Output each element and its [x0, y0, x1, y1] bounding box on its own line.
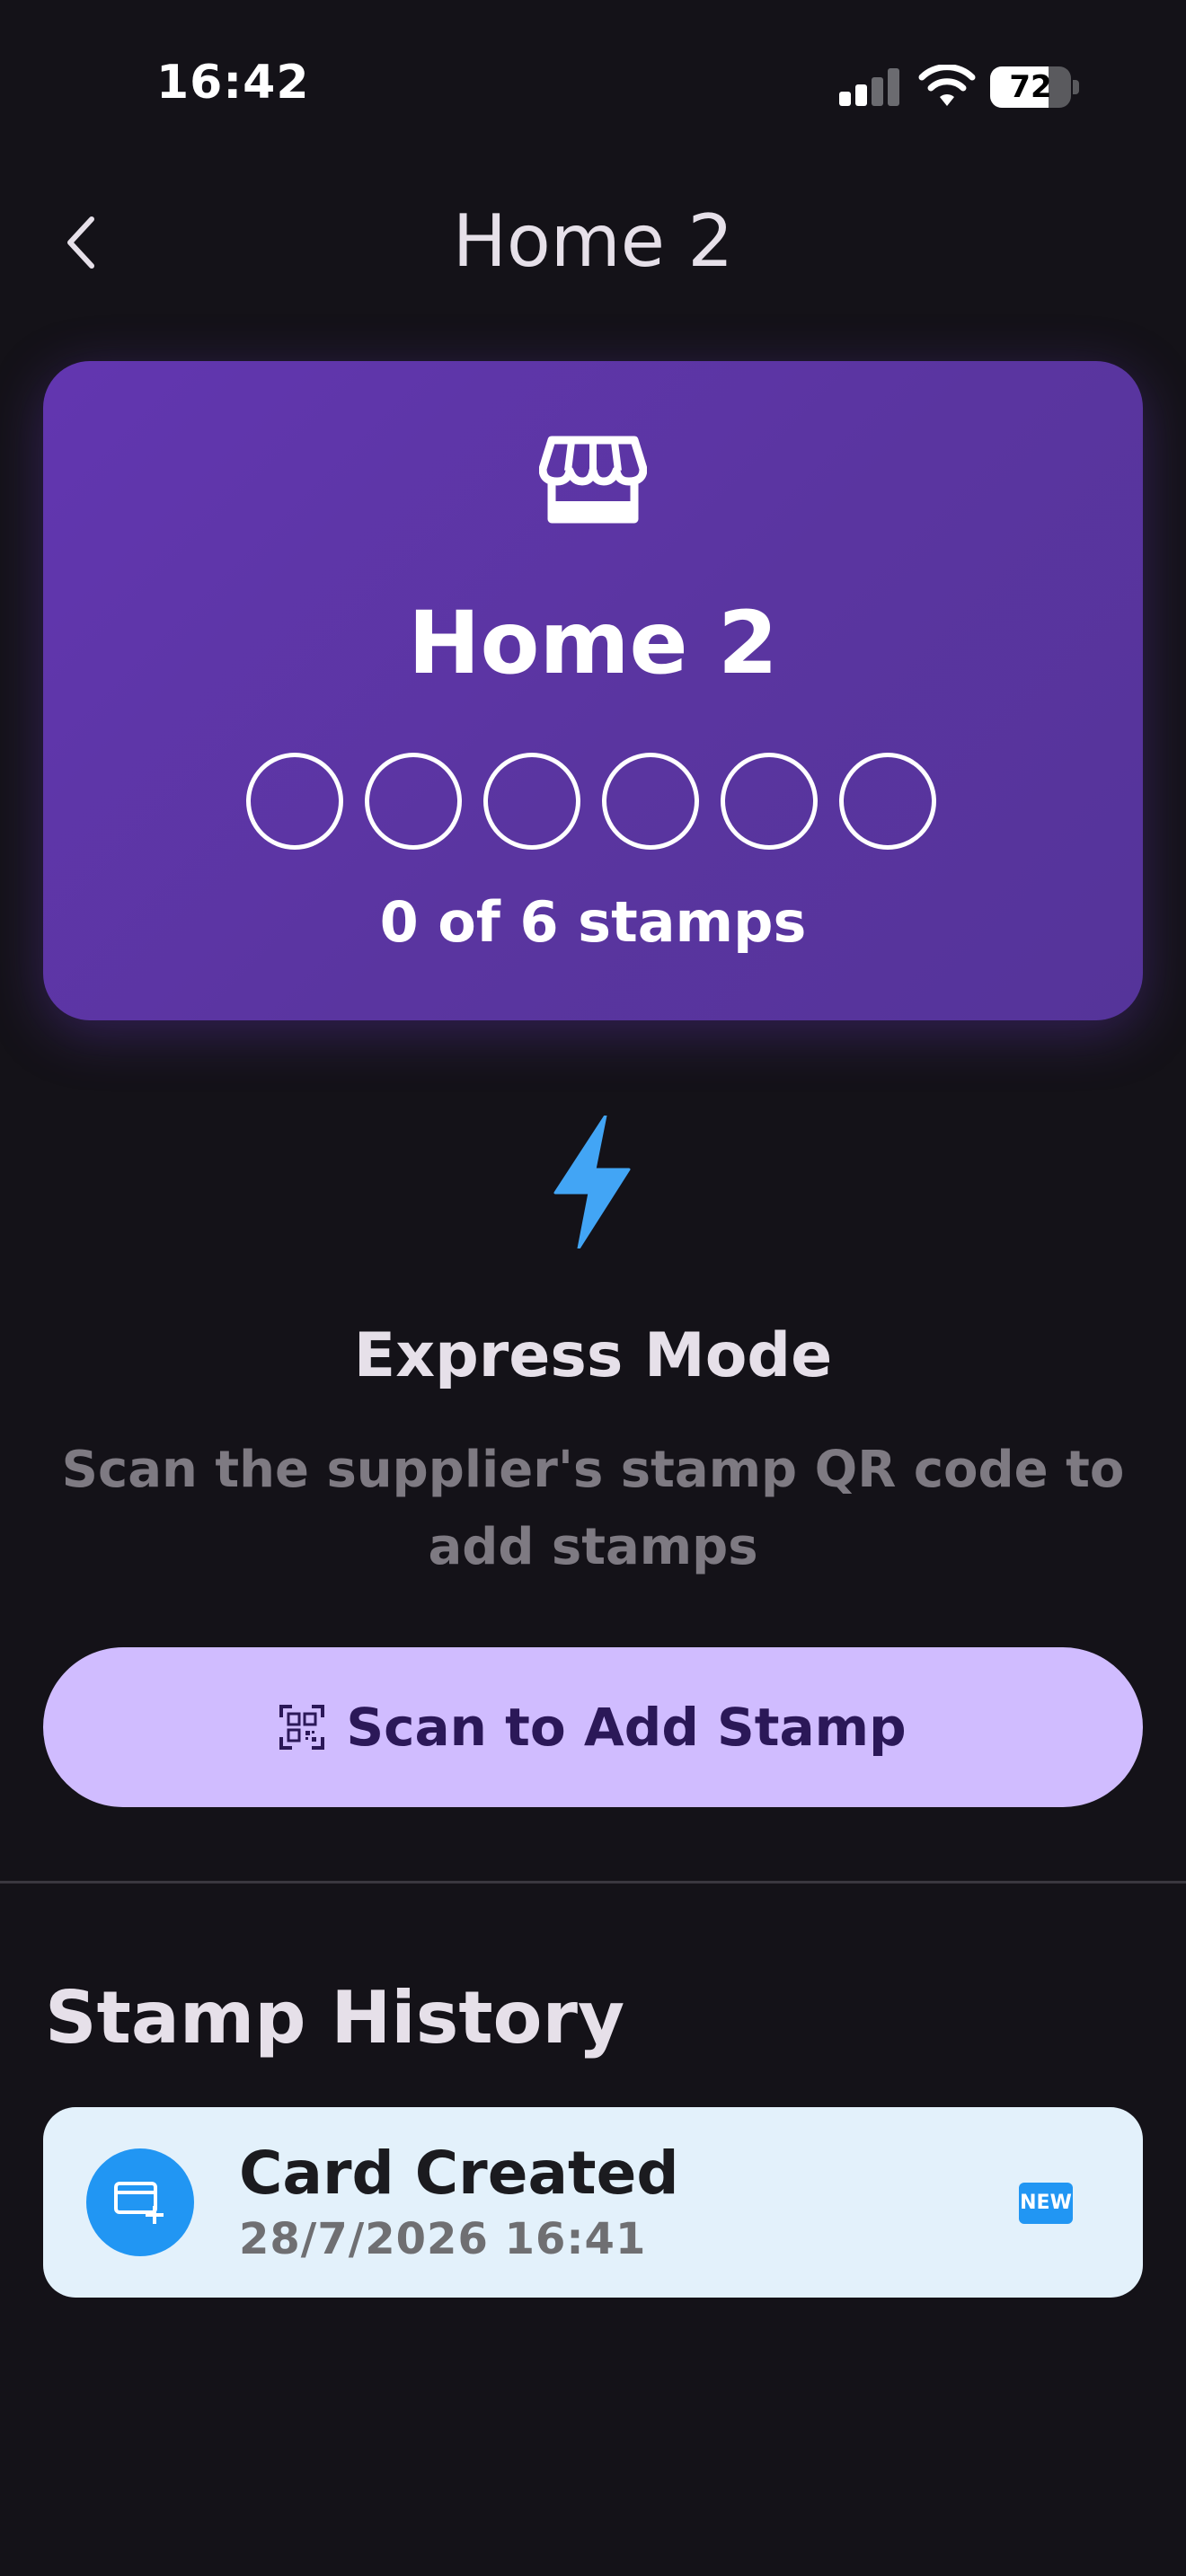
new-badge: NEW — [1019, 2183, 1073, 2224]
stamp-empty — [365, 753, 462, 850]
storefront-icon — [539, 436, 647, 524]
cellular-signal-icon — [839, 68, 900, 106]
history-item-text: Card Created 28/7/2026 16:41 — [239, 2138, 679, 2269]
wifi-icon — [918, 65, 976, 106]
stamp-empty — [246, 753, 343, 850]
lightning-bolt-icon — [553, 1116, 631, 1248]
card-title: Home 2 — [408, 593, 778, 693]
stamp-empty — [839, 753, 936, 850]
history-item-avatar — [86, 2148, 194, 2256]
card-add-icon — [114, 2182, 164, 2224]
history-item-title: Card Created — [239, 2139, 679, 2208]
history-item-date: 28/7/2026 16:41 — [239, 2214, 647, 2264]
stamp-history-title: Stamp History — [45, 1976, 625, 2060]
stamp-count: 0 of 6 stamps — [379, 889, 807, 955]
section-divider — [0, 1881, 1186, 1883]
page-title: Home 2 — [452, 199, 734, 283]
express-mode-title: Express Mode — [353, 1320, 833, 1391]
stamp-slots — [246, 753, 947, 851]
stamp-empty — [721, 753, 818, 850]
scan-button-label: Scan to Add Stamp — [346, 1697, 907, 1758]
stamp-empty — [483, 753, 580, 850]
stamp-empty — [602, 753, 699, 850]
stamp-card: Home 2 0 of 6 stamps — [43, 361, 1143, 1020]
app-bar: Home 2 — [0, 180, 1186, 305]
qr-code-scan-icon — [279, 1705, 325, 1750]
history-item[interactable]: Card Created 28/7/2026 16:41 NEW — [43, 2107, 1143, 2298]
status-time: 16:42 — [156, 56, 310, 110]
status-bar: 16:42 72 — [0, 0, 1186, 171]
express-mode-description: Scan the supplier's stamp QR code to add… — [61, 1441, 1125, 1576]
battery-percent: 72 — [1009, 69, 1052, 105]
battery-icon: 72 — [990, 66, 1080, 108]
app-screen: 16:42 72 Home 2 Home 2 0 of 6 stamps Exp… — [0, 0, 1186, 2576]
scan-to-add-stamp-button[interactable]: Scan to Add Stamp — [43, 1647, 1143, 1807]
